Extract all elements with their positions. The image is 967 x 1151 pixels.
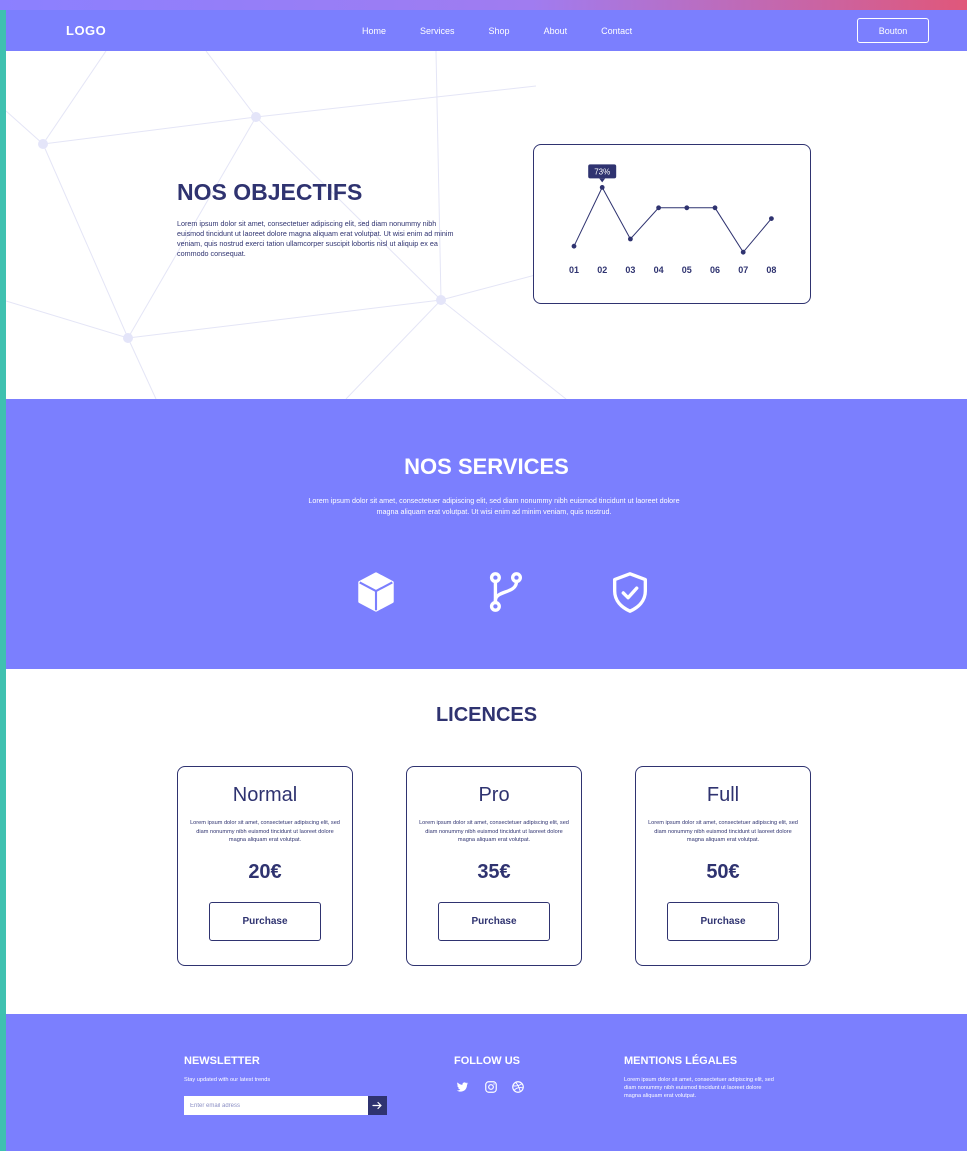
arrow-right-icon <box>372 1101 382 1110</box>
newsletter-email-input[interactable] <box>184 1096 368 1115</box>
nav-cta-button[interactable]: Bouton <box>857 18 929 43</box>
chart-tooltip: 73% <box>588 164 617 183</box>
instagram-icon[interactable] <box>484 1080 498 1094</box>
network-background <box>6 51 627 399</box>
purchase-button-pro[interactable]: Purchase <box>438 902 550 941</box>
card-description: Lorem ipsum dolor sit amet, consectetuer… <box>648 820 798 843</box>
legal-text: Lorem ipsum dolor sit amet, consectetuer… <box>624 1077 774 1099</box>
newsletter-submit-button[interactable] <box>368 1096 387 1115</box>
chart-x-tick-label: 04 <box>654 265 664 275</box>
shield-check-icon <box>612 572 648 613</box>
licences-title: LICENCES <box>435 704 538 726</box>
card-price: 20€ <box>248 861 282 883</box>
hero-section: NOS OBJECTIFS Lorem ipsum dolor sit amet… <box>6 51 967 399</box>
objectives-text: Lorem ipsum dolor sit amet, consectetuer… <box>177 219 454 258</box>
chart-x-tick-label: 01 <box>569 265 579 275</box>
card-name: Normal <box>232 784 298 806</box>
card-price: 35€ <box>477 861 511 883</box>
follow-us-title: FOLLOW US <box>454 1055 520 1067</box>
legal-title: MENTIONS LÉGALES <box>624 1055 738 1067</box>
card-name: Pro <box>478 784 510 806</box>
chart-point-06 <box>712 205 718 211</box>
footer: NEWSLETTER Stay updated with our latest … <box>6 1014 967 1151</box>
chart-card: 01 02 03 04 05 06 07 08 73% <box>533 144 811 304</box>
chart-point-02 <box>599 185 605 190</box>
newsletter-subtitle: Stay updated with our latest trends <box>184 1077 271 1083</box>
licence-card-full: Full Lorem ipsum dolor sit amet, consect… <box>635 766 811 966</box>
dribbble-icon[interactable] <box>511 1080 525 1094</box>
twitter-icon[interactable] <box>455 1080 469 1094</box>
git-branch-icon <box>489 572 523 612</box>
services-title: NOS SERVICES <box>404 454 569 479</box>
chart-x-tick-label: 08 <box>766 265 776 275</box>
chart-point-01 <box>571 243 577 249</box>
chart-x-tick-label: 07 <box>738 265 748 275</box>
cube-icon <box>358 572 394 612</box>
newsletter-title: NEWSLETTER <box>184 1055 260 1067</box>
chart-x-tick-label: 03 <box>625 265 635 275</box>
chart-point-04 <box>656 205 661 211</box>
chart-point-05 <box>684 205 690 211</box>
services-section: NOS SERVICES Lorem ipsum dolor sit amet,… <box>6 399 967 669</box>
objectives-title: NOS OBJECTIFS <box>177 179 363 205</box>
nav-link-about[interactable]: About <box>544 26 568 36</box>
nav-link-services[interactable]: Services <box>420 26 455 36</box>
logo[interactable]: LOGO <box>66 23 106 38</box>
top-gradient-stripe <box>0 0 967 10</box>
chart-series-line <box>573 186 772 254</box>
nav-link-shop[interactable]: Shop <box>489 26 510 36</box>
chart-x-tick-label: 05 <box>682 265 692 275</box>
card-description: Lorem ipsum dolor sit amet, consectetuer… <box>419 820 569 843</box>
services-text: Lorem ipsum dolor sit amet, consectetuer… <box>308 496 680 516</box>
card-price: 50€ <box>706 861 740 883</box>
chart-point-08 <box>769 216 774 221</box>
svg-text:73%: 73% <box>594 167 610 176</box>
licence-card-pro: Pro Lorem ipsum dolor sit amet, consecte… <box>406 766 582 966</box>
licence-card-normal: Normal Lorem ipsum dolor sit amet, conse… <box>177 766 353 966</box>
chart-x-tick-label: 02 <box>597 265 607 275</box>
line-chart: 01 02 03 04 05 06 07 08 73% <box>569 164 776 275</box>
navbar: LOGO Home Services Shop About Contact Bo… <box>6 10 967 51</box>
chart-x-tick-label: 06 <box>710 265 720 275</box>
chart-point-07 <box>740 249 746 255</box>
card-name: Full <box>706 784 740 806</box>
purchase-button-normal[interactable]: Purchase <box>209 902 321 941</box>
nav-menu: Home Services Shop About Contact <box>362 26 632 36</box>
nav-link-home[interactable]: Home <box>362 26 386 36</box>
card-description: Lorem ipsum dolor sit amet, consectetuer… <box>190 820 340 843</box>
purchase-button-full[interactable]: Purchase <box>667 902 779 941</box>
chart-point-03 <box>628 236 633 242</box>
nav-link-contact[interactable]: Contact <box>601 26 632 36</box>
